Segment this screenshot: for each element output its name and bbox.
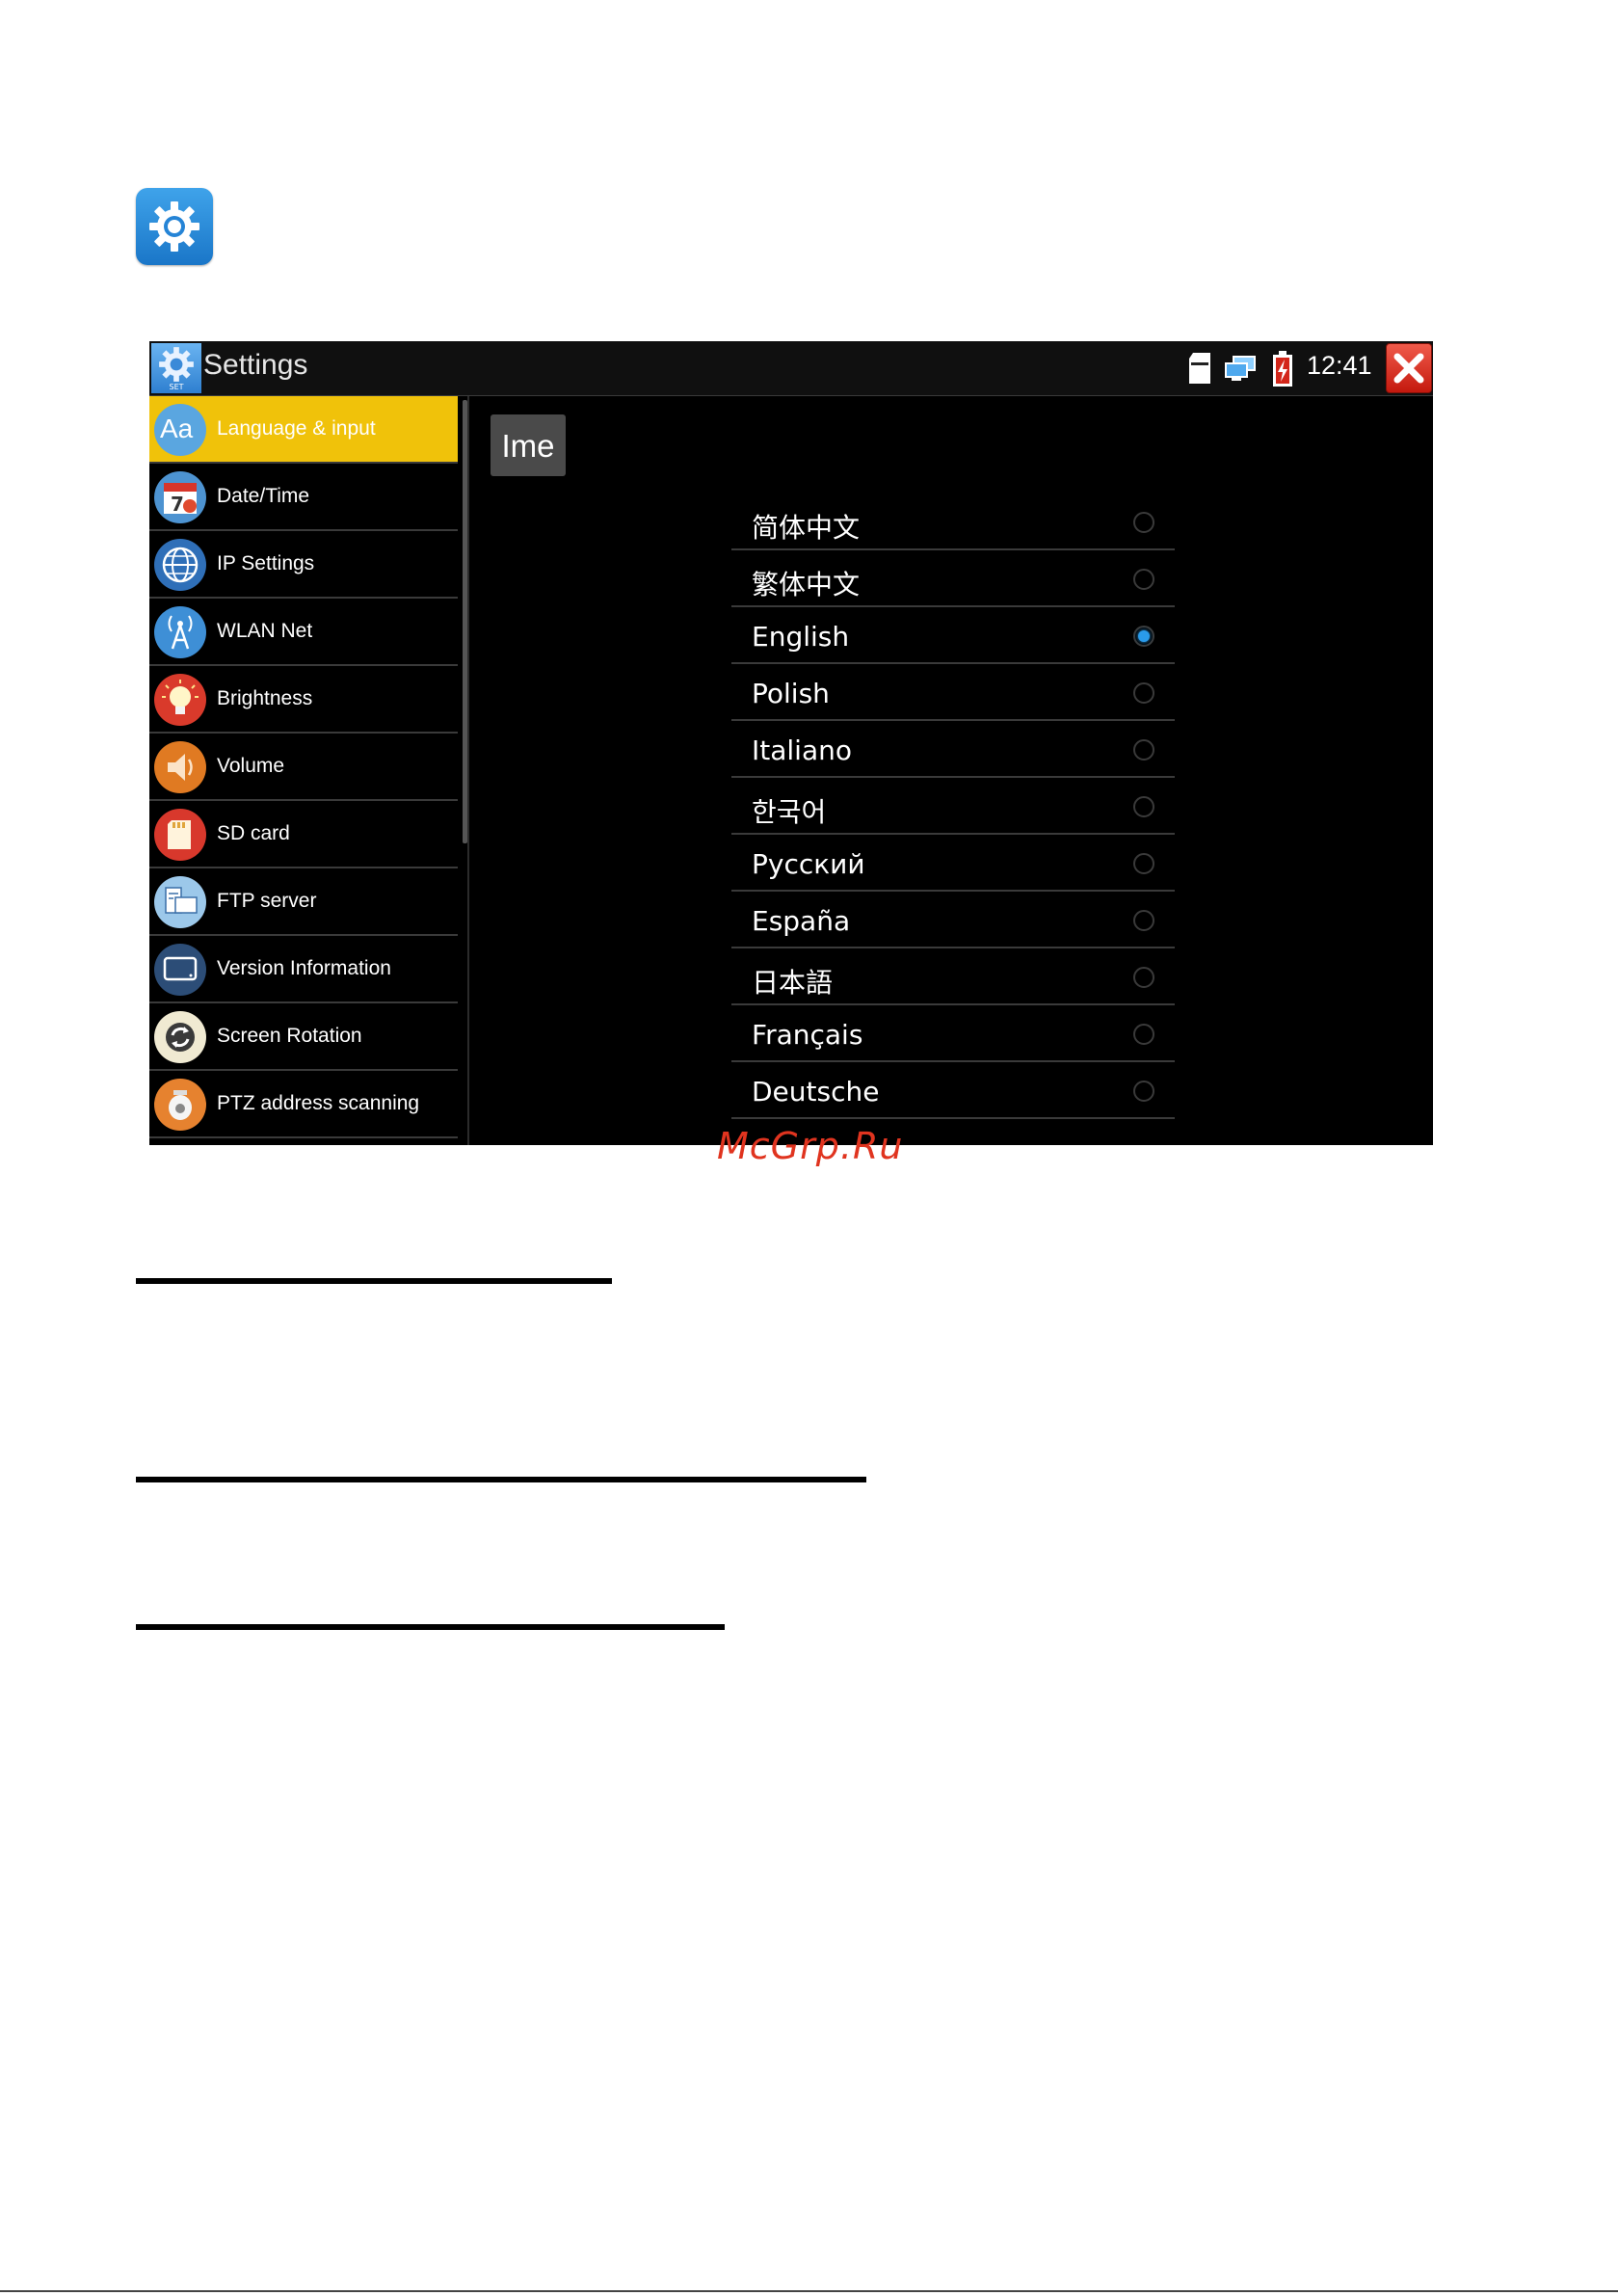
radio-button[interactable] [1133, 512, 1154, 533]
sidebar-item-label: IP Settings [217, 552, 315, 574]
settings-app-icon[interactable] [136, 188, 213, 265]
language-label: 繁体中文 [752, 569, 861, 601]
language-label: Русский [752, 848, 865, 880]
underline-rule [136, 1624, 725, 1630]
sidebar-item-label: SD card [217, 822, 290, 844]
sidebar-item-label: WLAN Net [217, 620, 313, 642]
clock: 12:41 [1307, 351, 1372, 380]
radio-button[interactable] [1133, 796, 1154, 817]
ptz-camera-icon [154, 1079, 206, 1131]
language-label: 简体中文 [752, 512, 861, 544]
sidebar-item-brightness[interactable]: Brightness [149, 666, 458, 734]
rotate-icon [154, 1011, 206, 1063]
radio-button[interactable] [1133, 910, 1154, 931]
sidebar-item-label: PTZ address scanning [217, 1092, 420, 1114]
sidebar-item-wlan-net[interactable]: WLAN Net [149, 599, 458, 666]
sidebar-item-label: FTP server [217, 890, 317, 912]
language-option[interactable]: 日本語 [731, 948, 1175, 1005]
device-screen: SET Settings 12:41 Aa Language & input 7… [149, 341, 1433, 1145]
underline-rule [136, 1278, 612, 1284]
monitor-icon [154, 944, 206, 996]
sidebar-item-volume[interactable]: Volume [149, 734, 458, 801]
language-label: Français [752, 1019, 863, 1051]
language-option[interactable]: Polish [731, 664, 1175, 721]
language-option[interactable]: 繁体中文 [731, 550, 1175, 607]
sidebar-item-label: Volume [217, 755, 285, 777]
sidebar-item-label: Brightness [217, 687, 313, 709]
sidebar-item-screen-rotation[interactable]: Screen Rotation [149, 1003, 458, 1071]
language-option[interactable]: 한국어 [731, 778, 1175, 835]
sidebar-item-ip-settings[interactable]: IP Settings [149, 531, 458, 599]
language-label: 日本語 [752, 967, 834, 999]
antenna-icon [154, 606, 206, 658]
sidebar-item-ftp-server[interactable]: FTP server [149, 868, 458, 936]
network-status-icon [1225, 356, 1256, 381]
radio-button[interactable] [1133, 1024, 1154, 1045]
language-icon: Aa [154, 404, 206, 456]
svg-text:7: 7 [171, 493, 184, 516]
language-label: English [752, 621, 850, 653]
sidebar-item-label: Date/Time [217, 485, 310, 507]
language-option[interactable]: Русский [731, 835, 1175, 892]
watermark: McGrp.Ru [717, 1125, 904, 1167]
settings-sidebar: Aa Language & input 7 Date/Time IP Setti… [149, 396, 469, 1145]
sidebar-item-sd-card[interactable]: SD card [149, 801, 458, 868]
title-bar: SET Settings 12:41 [149, 341, 1433, 396]
sidebar-item-date-time[interactable]: 7 Date/Time [149, 464, 458, 531]
battery-charging-icon [1273, 351, 1292, 387]
page-title: Settings [203, 349, 308, 381]
language-option[interactable]: Deutsche [731, 1062, 1175, 1119]
sd-card-icon [154, 809, 206, 861]
language-option[interactable]: English [731, 607, 1175, 664]
language-list: 简体中文 繁体中文 English Polish Italiano 한국어 Ру… [731, 494, 1175, 1119]
language-label: 한국어 [752, 796, 827, 828]
close-button[interactable] [1386, 343, 1432, 393]
settings-icon: SET [151, 343, 201, 393]
sd-status-icon [1189, 353, 1210, 384]
radio-button[interactable] [1133, 569, 1154, 590]
radio-button[interactable] [1133, 853, 1154, 874]
language-label: Italiano [752, 734, 852, 766]
language-label: Polish [752, 678, 830, 709]
ime-button[interactable]: Ime [491, 414, 566, 476]
sidebar-item-label: Language & input [217, 417, 376, 440]
language-label: España [752, 905, 851, 937]
underline-rule [136, 1477, 866, 1482]
gear-icon [149, 201, 199, 252]
radio-button[interactable] [1133, 682, 1154, 704]
close-icon [1393, 353, 1424, 384]
radio-button[interactable] [1133, 1081, 1154, 1102]
ime-button-label: Ime [501, 428, 555, 464]
sidebar-item-language-input[interactable]: Aa Language & input [149, 396, 458, 464]
bulb-icon [154, 674, 206, 726]
sidebar-item-ptz-address-scanning[interactable]: PTZ address scanning [149, 1071, 458, 1138]
language-option[interactable]: Français [731, 1005, 1175, 1062]
radio-button[interactable] [1133, 739, 1154, 761]
language-label: Deutsche [752, 1076, 880, 1108]
radio-button[interactable] [1133, 967, 1154, 988]
settings-icon-caption: SET [169, 383, 184, 391]
sidebar-scrollbar[interactable] [463, 400, 467, 843]
language-option[interactable]: 简体中文 [731, 494, 1175, 550]
globe-icon [154, 539, 206, 591]
sidebar-item-version-information[interactable]: Version Information [149, 936, 458, 1003]
language-option[interactable]: Italiano [731, 721, 1175, 778]
page-bottom-border [0, 2290, 1618, 2292]
calendar-icon: 7 [154, 471, 206, 523]
sidebar-item-label: Screen Rotation [217, 1025, 362, 1047]
radio-button-selected[interactable] [1133, 626, 1154, 647]
language-option[interactable]: España [731, 892, 1175, 948]
sidebar-item-label: Version Information [217, 957, 391, 979]
ftp-icon [154, 876, 206, 928]
speaker-icon [154, 741, 206, 793]
